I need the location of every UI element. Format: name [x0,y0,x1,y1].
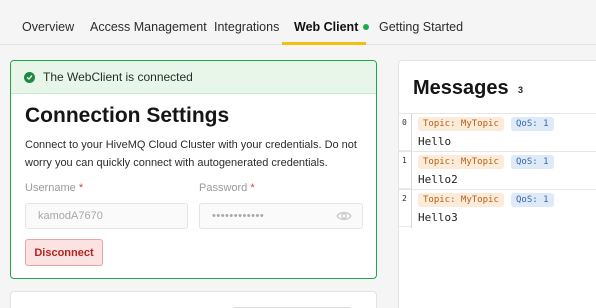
disconnect-button[interactable]: Disconnect [25,239,103,266]
active-tab-indicator [282,42,366,45]
username-value: kamodA7670 [38,210,103,222]
username-label-text: Username [25,182,76,194]
show-password-eye-icon[interactable] [336,210,352,222]
message-topic-badge: Topic: MyTopic [418,193,504,207]
message-qos-badge: QoS: 1 [511,193,554,207]
tab-integrations[interactable]: Integrations [214,20,279,34]
message-row[interactable]: 1 Topic: MyTopic QoS: 1 Hello2 [399,151,596,190]
message-index: 2 [402,194,407,203]
messages-list: 0 Topic: MyTopic QoS: 1 Hello 1 Topic: M… [399,113,596,228]
check-circle-icon [24,71,35,83]
top-nav-tabs: Overview Access Management Integrations … [0,0,596,45]
username-label: Username * [25,182,83,194]
message-topic-badge: Topic: MyTopic [418,155,504,169]
message-payload: Hello2 [418,173,458,186]
password-value: •••••••••••• [212,210,265,222]
connected-status-dot-icon [363,23,370,30]
message-topic-badge: Topic: MyTopic [418,117,504,131]
connection-description: Connect to your HiveMQ Cloud Cluster wit… [25,139,357,169]
messages-count-badge: 3 [518,85,524,95]
required-mark: * [250,182,255,194]
message-index: 0 [402,118,407,127]
username-field[interactable]: kamodA7670 [25,203,188,229]
message-body: Topic: MyTopic QoS: 1 Hello2 [411,152,596,190]
tab-overview[interactable]: Overview [22,20,74,34]
secondary-card [10,291,377,308]
messages-title: Messages [413,77,509,99]
message-payload: Hello3 [418,211,458,224]
tab-access-management[interactable]: Access Management [90,20,207,34]
message-qos-badge: QoS: 1 [511,117,554,131]
message-index: 1 [402,156,407,165]
tab-web-client[interactable]: Web Client [294,20,370,34]
message-body: Topic: MyTopic QoS: 1 Hello3 [411,190,596,228]
password-label-text: Password [199,182,248,194]
message-payload: Hello [418,135,452,148]
connection-settings-card: The WebClient is connected Connection Se… [10,60,377,279]
message-row[interactable]: 0 Topic: MyTopic QoS: 1 Hello [399,113,596,152]
message-row[interactable]: 2 Topic: MyTopic QoS: 1 Hello3 [399,189,596,228]
tab-getting-started[interactable]: Getting Started [379,20,463,34]
tab-web-client-label: Web Client [294,20,359,34]
connected-alert: The WebClient is connected [11,61,376,94]
alert-text: The WebClient is connected [43,70,193,84]
message-body: Topic: MyTopic QoS: 1 Hello [411,114,596,152]
page-title: Connection Settings [25,104,230,127]
messages-panel: Messages 3 0 Topic: MyTopic QoS: 1 Hello… [398,60,596,308]
password-label: Password * [199,182,255,194]
required-mark: * [78,182,84,194]
password-field[interactable]: •••••••••••• [199,203,363,229]
message-qos-badge: QoS: 1 [511,155,554,169]
